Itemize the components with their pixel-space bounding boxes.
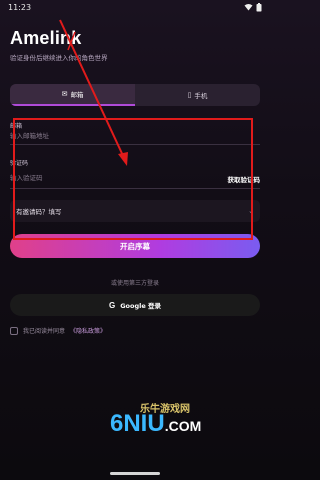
- watermark-logo-text: 6NIU: [110, 410, 165, 437]
- watermark-com: .COM: [164, 418, 202, 434]
- home-indicator: [110, 472, 160, 475]
- watermark-logo: 6NIU.COM: [110, 410, 201, 438]
- annotation-arrow: [59, 19, 128, 166]
